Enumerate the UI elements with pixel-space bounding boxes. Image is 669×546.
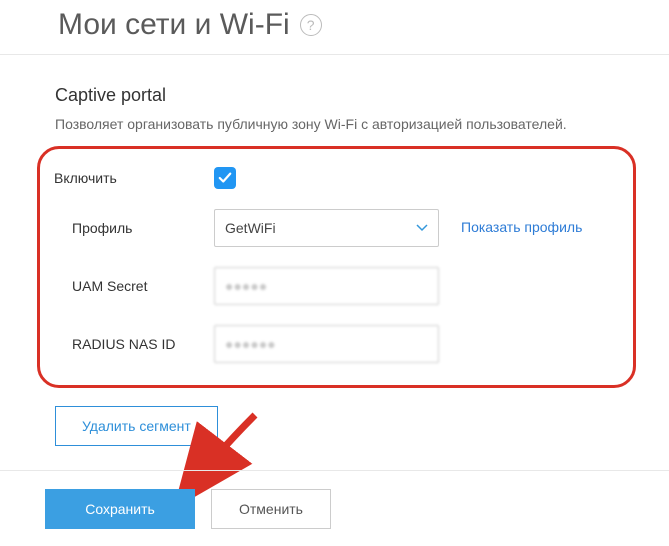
uam-secret-row: UAM Secret ●●●●● (54, 267, 619, 305)
profile-row: Профиль GetWiFi Показать профиль (54, 209, 619, 247)
show-profile-link[interactable]: Показать профиль (461, 219, 582, 235)
enable-checkbox[interactable] (214, 167, 236, 189)
page-title-text: Мои сети и Wi-Fi (58, 8, 290, 42)
section-title: Captive portal (55, 85, 614, 106)
page-title: Мои сети и Wi-Fi ? (0, 0, 669, 55)
section-description: Позволяет организовать публичную зону Wi… (55, 116, 614, 132)
highlight-box: Включить Профиль GetWiFi Показать профил… (37, 146, 636, 388)
enable-label: Включить (54, 170, 214, 186)
help-icon[interactable]: ? (300, 14, 322, 36)
delete-segment-button[interactable]: Удалить сегмент (55, 406, 218, 446)
radius-label: RADIUS NAS ID (72, 336, 214, 352)
uam-secret-label: UAM Secret (72, 278, 214, 294)
check-icon (218, 171, 232, 185)
uam-secret-input[interactable]: ●●●●● (214, 267, 439, 305)
radius-value: ●●●●●● (225, 336, 276, 352)
profile-label: Профиль (72, 220, 214, 236)
profile-value: GetWiFi (225, 220, 276, 236)
content-area: Captive portal Позволяет организовать пу… (0, 55, 669, 446)
profile-select[interactable]: GetWiFi (214, 209, 439, 247)
radius-row: RADIUS NAS ID ●●●●●● (54, 325, 619, 363)
uam-secret-value: ●●●●● (225, 278, 267, 294)
radius-input[interactable]: ●●●●●● (214, 325, 439, 363)
save-button[interactable]: Сохранить (45, 489, 195, 529)
delete-row: Удалить сегмент (55, 406, 614, 446)
chevron-down-icon (416, 221, 428, 235)
footer-actions: Сохранить Отменить (0, 470, 669, 529)
cancel-button[interactable]: Отменить (211, 489, 331, 529)
enable-row: Включить (54, 167, 619, 189)
